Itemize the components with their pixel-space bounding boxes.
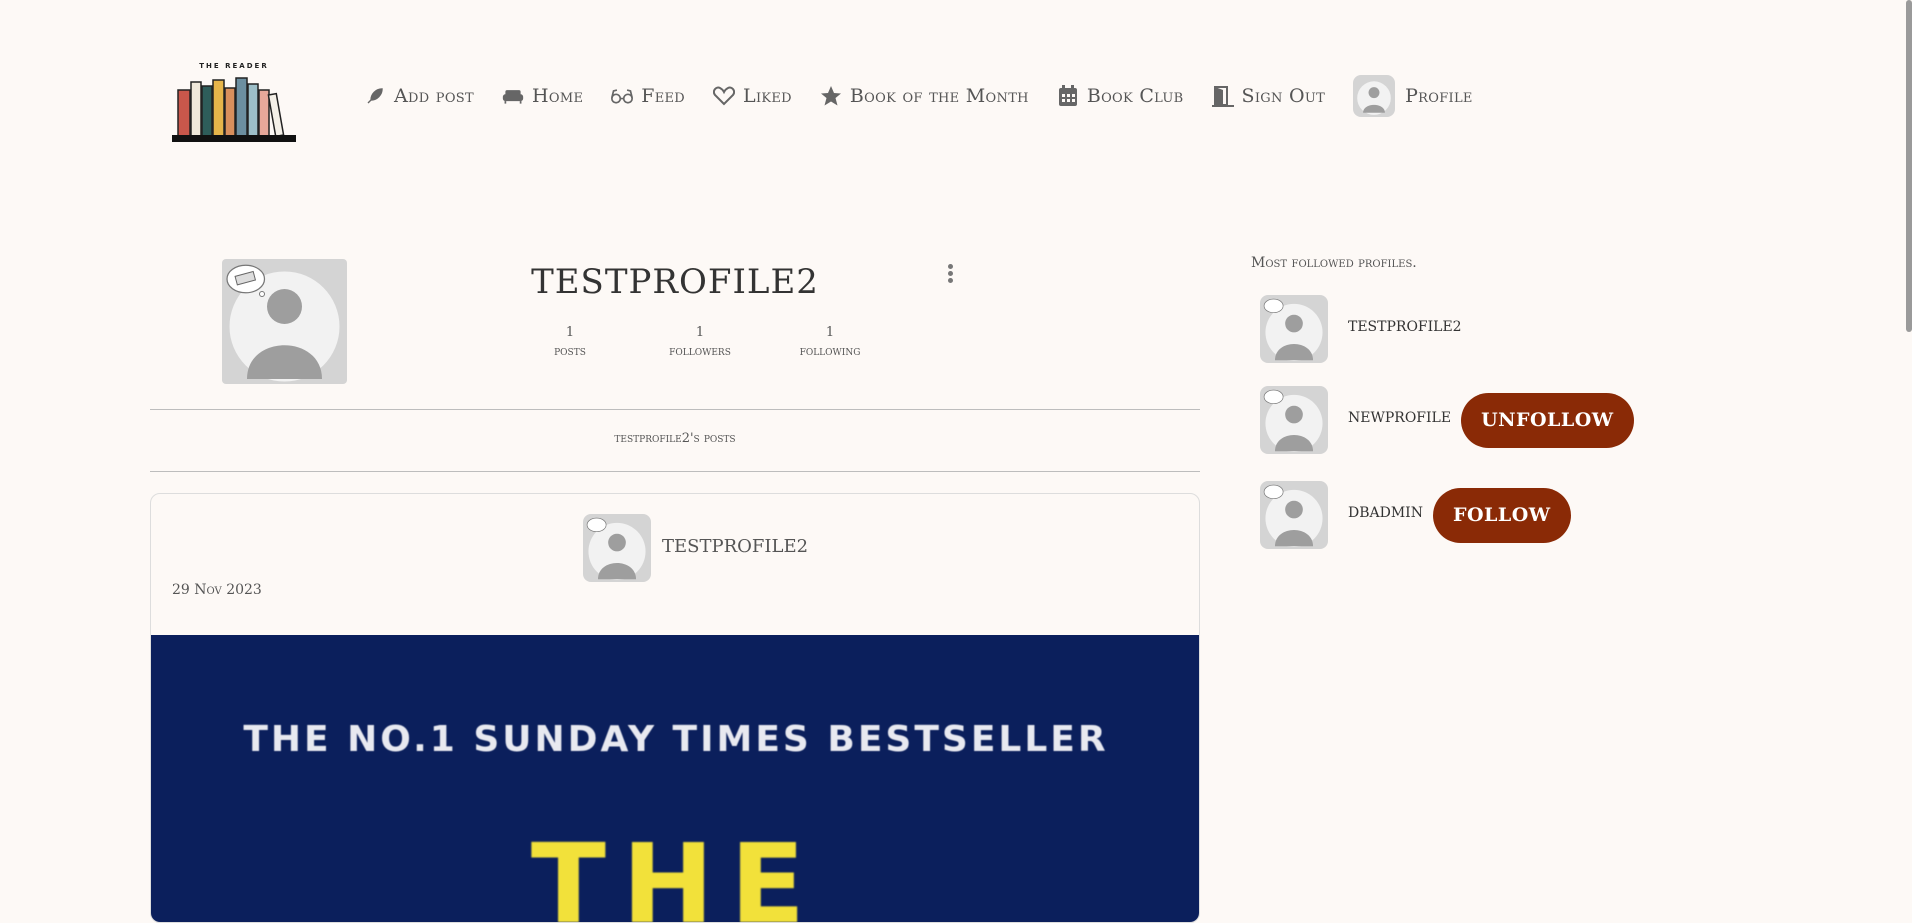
calendar-icon bbox=[1057, 85, 1079, 107]
nav-label: Book Club bbox=[1086, 85, 1184, 107]
nav-liked[interactable]: Liked bbox=[713, 85, 792, 107]
post-image[interactable]: THE NO.1 SUNDAY TIMES BESTSELLER THE bbox=[151, 635, 1199, 923]
popular-profile-name[interactable]: NEWPROFILE bbox=[1348, 410, 1451, 426]
avatar bbox=[1353, 75, 1396, 117]
popular-profile-avatar[interactable] bbox=[1260, 481, 1328, 549]
nav-label: Home bbox=[532, 85, 584, 107]
nav-sign-out[interactable]: Sign Out bbox=[1211, 85, 1326, 107]
heart-icon bbox=[713, 85, 736, 107]
stat-value: 1 bbox=[565, 325, 575, 340]
nav-profile[interactable]: Profile bbox=[1353, 75, 1473, 117]
bookshelf-logo-icon bbox=[172, 77, 296, 142]
popular-profile-avatar[interactable] bbox=[1260, 386, 1328, 454]
divider bbox=[150, 471, 1200, 472]
post-owner-name[interactable]: TESTPROFILE2 bbox=[662, 536, 808, 557]
popular-profile-item: TESTPROFILE2 bbox=[1260, 295, 1462, 363]
stat-followers: 1 followers bbox=[635, 325, 765, 359]
nav-label: Sign Out bbox=[1241, 85, 1326, 107]
post-owner-avatar[interactable] bbox=[583, 514, 651, 582]
post-date: 29 Nov 2023 bbox=[172, 582, 262, 598]
profile-avatar bbox=[222, 259, 347, 384]
nav-book-club[interactable]: Book Club bbox=[1057, 85, 1184, 107]
nav-book-of-the-month[interactable]: Book of the Month bbox=[820, 85, 1029, 107]
book-cover-title: THE bbox=[530, 820, 822, 923]
divider bbox=[150, 409, 1200, 410]
nav-add-post[interactable]: Add post bbox=[364, 85, 474, 107]
feather-pen-icon bbox=[364, 85, 386, 107]
popular-profile-item: NEWPROFILE UNFOLLOW bbox=[1260, 386, 1634, 454]
logo-text: THE READER bbox=[199, 62, 269, 70]
profile-stats: 1 posts 1 followers 1 following bbox=[505, 325, 895, 359]
stat-label: following bbox=[799, 344, 861, 359]
glasses-icon bbox=[611, 85, 634, 107]
stat-posts: 1 posts bbox=[505, 325, 635, 359]
nav-links: Add post Home Feed Liked Book of the Mon… bbox=[364, 75, 1501, 117]
scrollbar[interactable] bbox=[1906, 0, 1912, 332]
stat-value: 1 bbox=[695, 325, 705, 340]
popular-profile-name[interactable]: DBADMIN bbox=[1348, 505, 1423, 521]
book-cover-text: THE NO.1 SUNDAY TIMES BESTSELLER bbox=[243, 719, 1109, 760]
profile-name: TESTPROFILE2 bbox=[531, 262, 819, 302]
stat-label: followers bbox=[669, 344, 731, 359]
door-open-icon bbox=[1211, 85, 1234, 107]
post-card: TESTPROFILE2 29 Nov 2023 THE NO.1 SUNDAY… bbox=[150, 493, 1200, 923]
nav-label: Feed bbox=[641, 85, 686, 107]
nav-label: Liked bbox=[743, 85, 792, 107]
nav-feed[interactable]: Feed bbox=[611, 85, 685, 107]
couch-icon bbox=[502, 85, 524, 107]
posts-heading: testprofile2's posts bbox=[614, 431, 736, 446]
popular-profile-name[interactable]: TESTPROFILE2 bbox=[1348, 319, 1462, 335]
stat-value: 1 bbox=[825, 325, 835, 340]
popular-profile-item: DBADMIN FOLLOW bbox=[1260, 481, 1571, 549]
site-logo[interactable]: THE READER bbox=[172, 62, 296, 144]
follow-button[interactable]: FOLLOW bbox=[1432, 487, 1571, 543]
nav-home[interactable]: Home bbox=[502, 85, 583, 107]
nav-label: Profile bbox=[1405, 85, 1473, 107]
more-options-icon[interactable] bbox=[943, 262, 957, 286]
nav-label: Book of the Month bbox=[849, 85, 1029, 107]
stat-following: 1 following bbox=[765, 325, 895, 359]
star-icon bbox=[820, 85, 842, 107]
nav-label: Add post bbox=[394, 85, 474, 107]
navbar: THE READER Add post Home Feed Liked Book… bbox=[0, 0, 1912, 190]
unfollow-button[interactable]: UNFOLLOW bbox=[1461, 392, 1634, 448]
stat-label: posts bbox=[554, 344, 586, 359]
sidebar-title: Most followed profiles. bbox=[1251, 255, 1417, 271]
popular-profile-avatar[interactable] bbox=[1260, 295, 1328, 363]
